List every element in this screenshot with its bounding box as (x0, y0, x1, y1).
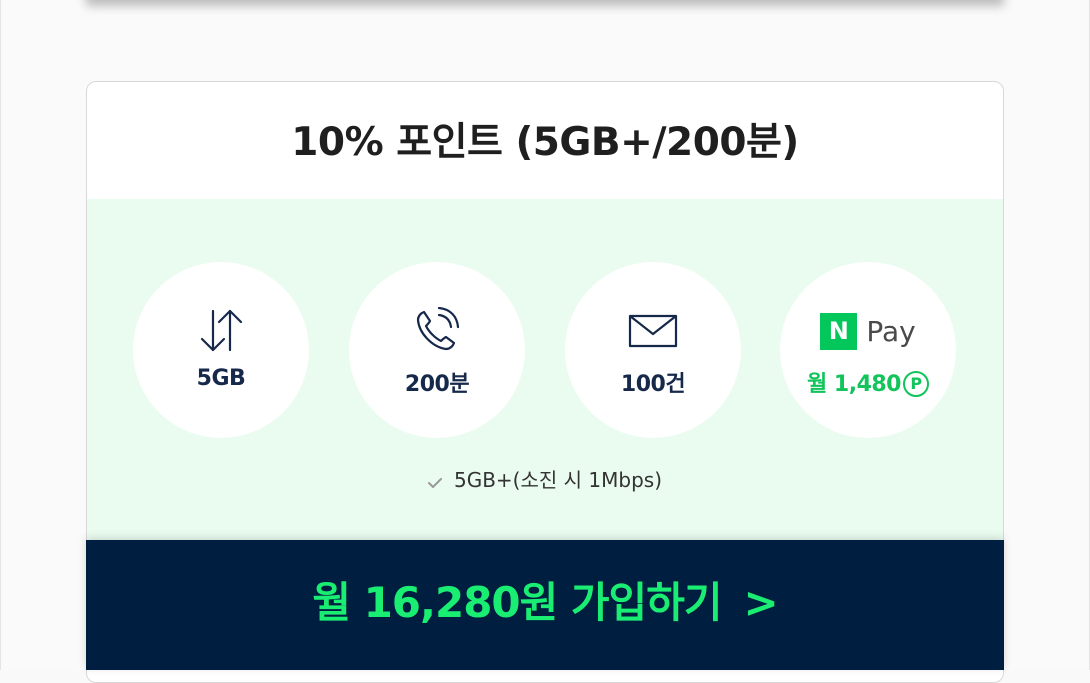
benefit-sms-label: 100건 (620, 372, 686, 397)
subscribe-button-label: 월 16,280원 가입하기 (312, 578, 722, 627)
pay-logo-text: Pay (866, 314, 916, 348)
benefit-data: 5GB (133, 262, 309, 438)
benefit-naver-pay-label: 월 1,480 P (780, 366, 956, 398)
naver-pay-amount: 월 1,480 (807, 372, 902, 397)
check-icon (427, 470, 442, 494)
subscribe-button[interactable]: 월 16,280원 가입하기 > (86, 540, 1004, 670)
naver-n-icon: N (820, 312, 858, 350)
naver-pay-logo: N Pay (780, 306, 956, 356)
benefit-area: 5GB 200분 100건 N Pay 월 1,480 P 5GB+(소진 시 … (87, 199, 1003, 599)
data-note: 5GB+(소진 시 1Mbps) (87, 464, 1003, 494)
benefit-data-label: 5GB (196, 366, 246, 391)
benefit-voice: 200분 (349, 262, 525, 438)
benefit-naver-pay: N Pay 월 1,480 P (780, 262, 956, 438)
data-transfer-icon (133, 306, 309, 356)
data-note-text: 5GB+(소진 시 1Mbps) (453, 468, 662, 492)
plan-title: 10% 포인트 (5GB+/200분) (291, 120, 799, 165)
benefit-sms: 100건 (565, 262, 741, 438)
chevron-right-icon: > (743, 578, 778, 627)
mail-icon (565, 306, 741, 356)
phone-call-icon (349, 306, 525, 356)
benefit-voice-label: 200분 (404, 372, 470, 397)
point-icon: P (903, 371, 929, 397)
